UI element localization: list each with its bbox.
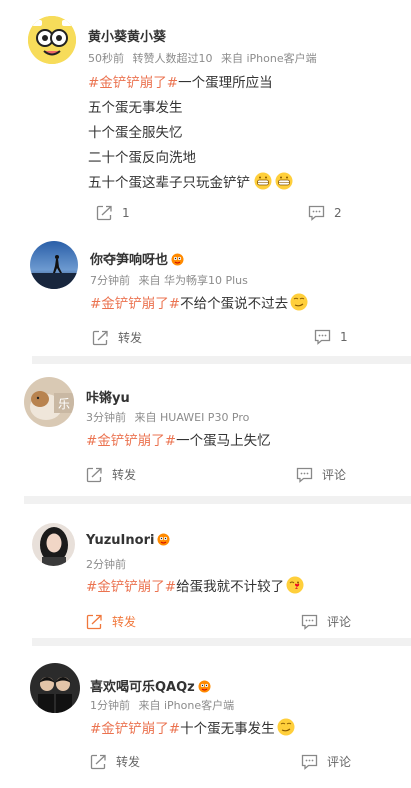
username[interactable]: 你夺笋响呀也 <box>90 249 184 268</box>
section-divider <box>32 638 411 646</box>
username[interactable]: 咔锵yu <box>86 387 130 406</box>
svg-text:乐: 乐 <box>58 397 70 411</box>
repost-icon <box>86 467 102 482</box>
post-text: 五十个蛋这辈子只玩金铲铲 <box>88 175 250 191</box>
hashtag-link[interactable]: #金铲铲崩了# <box>86 579 176 595</box>
comment-button[interactable]: 2 <box>308 205 342 221</box>
post-meta: 7分钟前 来自 华为畅享10 Plus <box>90 272 248 288</box>
post-line: #金铲铲崩了#十个蛋无事发生 <box>90 717 295 737</box>
comment-button[interactable]: 1 <box>314 329 348 345</box>
post-line: 二十个蛋反向洗地 <box>88 150 196 166</box>
repost-icon <box>92 330 108 345</box>
repost-icon <box>90 754 106 769</box>
comment-label: 评论 <box>322 468 347 482</box>
repost-label: 转发 <box>118 331 143 345</box>
post-time: 50秒前 <box>88 52 124 65</box>
comment-label: 评论 <box>327 615 352 629</box>
post-meta: 3分钟前 来自 HUAWEI P30 Pro <box>86 409 249 425</box>
comment-button[interactable]: 评论 <box>301 753 351 770</box>
post-3: 乐 咔锵yu 3分钟前 来自 HUAWEI P30 Pro #金铲铲崩了#一个蛋… <box>0 364 411 496</box>
post-source: 来自 iPhone客户端 <box>221 52 317 65</box>
grin-emoji-icon <box>254 172 272 190</box>
post-text: 不给个蛋说不过去 <box>180 296 289 312</box>
post-line: #金铲铲崩了#给蛋我就不计较了 <box>86 575 304 595</box>
comment-icon <box>308 205 325 221</box>
post-time: 1分钟前 <box>90 699 130 712</box>
post-extra: 转赞人数超过10 <box>132 52 213 65</box>
comment-button[interactable]: 评论 <box>301 613 351 630</box>
avatar[interactable] <box>30 241 78 289</box>
post-4: YuzuInori 2分钟前 #金铲铲崩了#给蛋我就不计较了 转发 评论 <box>0 504 411 638</box>
comment-label: 评论 <box>327 755 352 769</box>
avatar[interactable]: 乐 <box>24 377 74 427</box>
username[interactable]: YuzuInori <box>86 533 170 548</box>
repost-button[interactable]: 1 <box>96 205 130 221</box>
post-text: 给蛋我就不计较了 <box>176 579 285 595</box>
avatar[interactable] <box>32 523 75 566</box>
vip-badge-icon <box>157 533 170 546</box>
post-2: 你夺笋响呀也 7分钟前 来自 华为畅享10 Plus #金铲铲崩了#不给个蛋说不… <box>0 232 411 356</box>
username[interactable]: 喜欢喝可乐QAQz <box>90 676 211 695</box>
comment-icon <box>301 754 318 770</box>
repost-button[interactable]: 转发 <box>86 613 136 630</box>
section-divider <box>32 356 411 364</box>
hashtag-link[interactable]: #金铲铲崩了# <box>90 721 180 737</box>
post-source: 来自 华为畅享10 Plus <box>138 274 248 287</box>
repost-icon <box>86 614 102 629</box>
kiss-emoji-icon <box>286 576 304 594</box>
post-line: #金铲铲崩了#一个蛋马上失忆 <box>86 429 271 449</box>
comment-count: 2 <box>334 206 342 220</box>
post-line: #金铲铲崩了#一个蛋理所应当 <box>88 71 273 91</box>
hashtag-link[interactable]: #金铲铲崩了# <box>88 75 178 91</box>
comment-count: 1 <box>340 330 348 344</box>
repost-label: 转发 <box>112 468 137 482</box>
repost-label: 转发 <box>116 755 141 769</box>
post-source: 来自 iPhone客户端 <box>138 699 235 712</box>
post-line: 十个蛋全服失忆 <box>88 125 183 141</box>
post-source: 来自 HUAWEI P30 Pro <box>134 411 250 424</box>
avatar[interactable] <box>28 16 76 64</box>
comment-icon <box>301 614 318 630</box>
repost-button[interactable]: 转发 <box>92 329 142 346</box>
post-time: 2分钟前 <box>86 558 126 571</box>
comment-button[interactable]: 评论 <box>296 466 346 483</box>
repost-count: 1 <box>122 206 130 220</box>
section-divider <box>24 496 411 504</box>
repost-icon <box>96 205 112 221</box>
hashtag-link[interactable]: #金铲铲崩了# <box>86 433 176 449</box>
post-time: 7分钟前 <box>90 274 130 287</box>
post-text: 十个蛋无事发生 <box>180 721 275 737</box>
grin-emoji-icon <box>275 172 293 190</box>
hashtag-link[interactable]: #金铲铲崩了# <box>90 296 180 312</box>
vip-badge-icon <box>198 680 211 693</box>
post-text: 一个蛋马上失忆 <box>176 433 271 449</box>
post-line: 五个蛋无事发生 <box>88 100 183 116</box>
repost-button[interactable]: 转发 <box>86 466 136 483</box>
post-time: 3分钟前 <box>86 411 126 424</box>
post-5: 喜欢喝可乐QAQz 1分钟前 来自 iPhone客户端 #金铲铲崩了#十个蛋无事… <box>0 646 411 788</box>
post-line: 五十个蛋这辈子只玩金铲铲 <box>88 171 293 191</box>
post-line: #金铲铲崩了#不给个蛋说不过去 <box>90 292 308 312</box>
vip-badge-icon <box>171 253 184 266</box>
post-1: 黄小葵黄小葵 50秒前 转赞人数超过10 来自 iPhone客户端 #金铲铲崩了… <box>0 0 411 232</box>
post-meta: 50秒前 转赞人数超过10 来自 iPhone客户端 <box>88 50 317 66</box>
post-meta: 1分钟前 来自 iPhone客户端 <box>90 697 234 713</box>
smirk-emoji-icon <box>277 718 295 736</box>
repost-button[interactable]: 转发 <box>90 753 140 770</box>
comment-icon <box>314 329 331 345</box>
smirk-emoji-icon <box>290 293 308 311</box>
comment-icon <box>296 467 313 483</box>
repost-label: 转发 <box>112 615 137 629</box>
avatar[interactable] <box>30 663 80 713</box>
post-text: 一个蛋理所应当 <box>178 75 273 91</box>
username[interactable]: 黄小葵黄小葵 <box>88 26 166 45</box>
